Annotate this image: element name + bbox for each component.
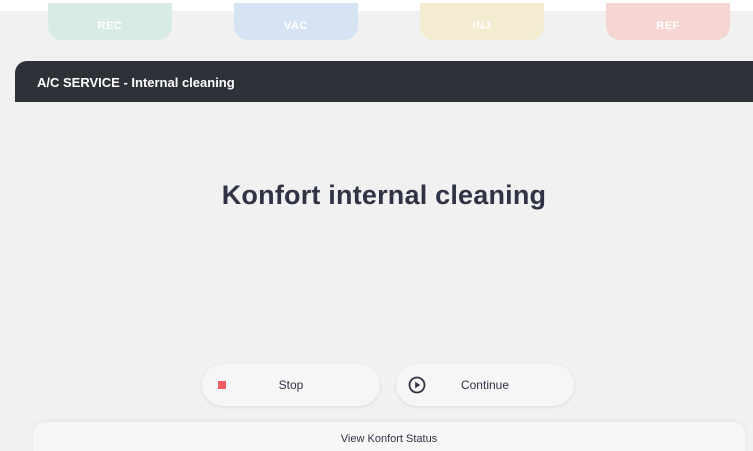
view-status-label: View Konfort Status [340,433,438,445]
page-title: A/C SERVICE - Internal cleaning [37,75,235,90]
main-heading: Konfort internal cleaning [221,180,547,210]
tab-vac[interactable]: VAC [234,3,358,40]
content-panel [15,102,753,451]
continue-button[interactable]: Continue [396,364,574,406]
mode-tabs: REC VAC INJ REF [0,0,753,42]
stop-button[interactable]: Stop [202,364,380,406]
tab-ref[interactable]: REF [606,3,730,40]
app-screen: REC VAC INJ REF A/C SERVICE - Internal c… [0,0,753,451]
tab-rec[interactable]: REC [48,3,172,40]
view-status-button[interactable]: View Konfort Status [33,422,745,451]
tab-inj[interactable]: INJ [420,3,544,40]
continue-button-label: Continue [460,378,510,392]
page-title-bar: A/C SERVICE - Internal cleaning [15,61,753,102]
stop-button-label: Stop [278,378,304,392]
